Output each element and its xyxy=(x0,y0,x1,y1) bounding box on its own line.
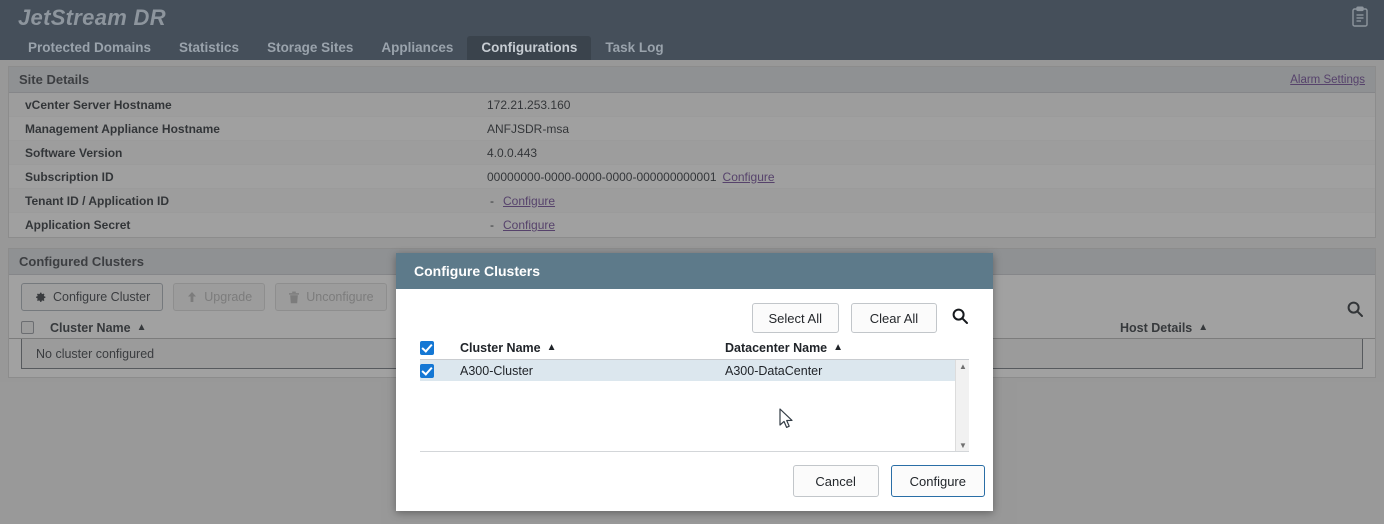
select-all-checkbox[interactable] xyxy=(420,341,434,355)
row-label: Subscription ID xyxy=(25,169,114,184)
scroll-down-icon[interactable]: ▼ xyxy=(956,439,969,451)
top-navigation-bar: JetStream DR Protected Domains Statistic… xyxy=(0,0,1384,60)
dialog-table-header: Cluster Name ▲ Datacenter Name ▲ xyxy=(420,341,969,360)
row-value: 00000000-0000-0000-0000-000000000001 xyxy=(487,169,717,184)
row-cluster-name: A300-Cluster xyxy=(460,363,533,378)
cancel-button[interactable]: Cancel xyxy=(792,465,879,497)
dialog-cluster-list: A300-Cluster A300-DataCenter ▲ ▼ xyxy=(420,360,969,452)
unconfigure-button[interactable]: Unconfigure xyxy=(275,283,387,311)
row-dash: - xyxy=(490,193,494,208)
row-label: Management Appliance Hostname xyxy=(25,121,220,136)
site-details-row: vCenter Server Hostname 172.21.253.160 xyxy=(9,93,1375,117)
site-details-title: Site Details xyxy=(19,72,90,87)
nav-item-protected-domains[interactable]: Protected Domains xyxy=(14,36,165,60)
column-label: Host Details xyxy=(1120,320,1193,335)
trash-icon xyxy=(288,291,300,304)
column-label: Cluster Name xyxy=(460,341,541,355)
site-details-row: Application Secret - Configure xyxy=(9,213,1375,237)
column-header-host-details[interactable]: Host Details ▲ xyxy=(1120,321,1208,335)
dialog-title: Configure Clusters xyxy=(414,263,541,279)
sort-asc-icon: ▲ xyxy=(1198,321,1209,333)
search-icon[interactable] xyxy=(951,307,969,330)
dialog-select-all-checkbox-cell xyxy=(420,341,460,355)
dialog-title-bar: Configure Clusters xyxy=(396,253,993,289)
configure-link[interactable]: Configure xyxy=(503,194,555,208)
row-value: 172.21.253.160 xyxy=(487,97,571,112)
gear-icon xyxy=(34,291,47,304)
sort-asc-icon: ▲ xyxy=(546,342,557,353)
row-checkbox[interactable] xyxy=(420,363,434,378)
cluster-search-icon[interactable] xyxy=(1346,300,1364,323)
site-details-panel: Site Details Alarm Settings vCenter Serv… xyxy=(8,66,1376,238)
clipboard-icon[interactable] xyxy=(1350,6,1370,28)
list-scrollbar[interactable]: ▲ ▼ xyxy=(955,360,969,451)
select-all-button[interactable]: Select All xyxy=(751,303,839,333)
site-details-header: Site Details Alarm Settings xyxy=(9,67,1375,93)
dialog-column-datacenter-name[interactable]: Datacenter Name ▲ xyxy=(725,341,969,355)
app-brand: JetStream DR xyxy=(18,5,166,30)
row-label: vCenter Server Hostname xyxy=(25,97,172,112)
dialog-footer: Cancel Configure xyxy=(396,465,993,511)
empty-message: No cluster configured xyxy=(36,346,155,361)
nav-items: Protected Domains Statistics Storage Sit… xyxy=(0,36,678,60)
upload-arrow-icon xyxy=(186,291,198,304)
site-details-row: Software Version 4.0.0.443 xyxy=(9,141,1375,165)
row-label: Tenant ID / Application ID xyxy=(25,193,169,208)
select-all-checkbox[interactable] xyxy=(21,321,34,334)
configured-clusters-title: Configured Clusters xyxy=(19,254,144,269)
scroll-up-icon[interactable]: ▲ xyxy=(956,360,969,373)
configure-button[interactable]: Configure xyxy=(890,465,985,497)
alarm-settings-link[interactable]: Alarm Settings xyxy=(1290,74,1365,86)
row-value: ANFJSDR-msa xyxy=(487,121,570,136)
row-dash: - xyxy=(490,218,494,232)
row-value: 4.0.0.443 xyxy=(487,145,538,160)
row-datacenter-name: A300-DataCenter xyxy=(725,363,823,378)
sort-asc-icon: ▲ xyxy=(833,342,844,353)
column-label: Datacenter Name xyxy=(725,341,828,355)
app-root: JetStream DR Protected Domains Statistic… xyxy=(0,0,1384,524)
row-label: Application Secret xyxy=(25,218,131,232)
site-details-row: Tenant ID / Application ID - Configure xyxy=(9,189,1375,213)
nav-item-task-log[interactable]: Task Log xyxy=(591,36,677,60)
nav-item-statistics[interactable]: Statistics xyxy=(165,36,253,60)
site-details-row: Management Appliance Hostname ANFJSDR-ms… xyxy=(9,117,1375,141)
dialog-column-cluster-name[interactable]: Cluster Name ▲ xyxy=(460,341,725,355)
configure-link[interactable]: Configure xyxy=(503,218,555,232)
nav-item-configurations[interactable]: Configurations xyxy=(467,36,592,60)
configure-cluster-button[interactable]: Configure Cluster xyxy=(21,283,164,311)
unconfigure-label: Unconfigure xyxy=(306,290,374,304)
column-label: Cluster Name xyxy=(50,320,131,335)
dialog-toolbar: Select All Clear All xyxy=(396,289,993,341)
site-details-row: Subscription ID 00000000-0000-0000-0000-… xyxy=(9,165,1375,189)
configure-cluster-label: Configure Cluster xyxy=(53,290,151,304)
clear-all-button[interactable]: Clear All xyxy=(851,303,937,333)
upgrade-label: Upgrade xyxy=(204,290,253,304)
upgrade-button[interactable]: Upgrade xyxy=(173,283,266,311)
configure-link[interactable]: Configure xyxy=(723,170,775,184)
nav-item-appliances[interactable]: Appliances xyxy=(367,36,467,60)
sort-asc-icon: ▲ xyxy=(136,321,147,333)
configure-clusters-dialog: Configure Clusters Select All Clear All … xyxy=(396,253,993,511)
nav-item-storage-sites[interactable]: Storage Sites xyxy=(253,36,367,60)
row-label: Software Version xyxy=(25,145,123,160)
list-item[interactable]: A300-Cluster A300-DataCenter xyxy=(420,360,969,381)
row-checkbox-cell xyxy=(420,363,460,378)
